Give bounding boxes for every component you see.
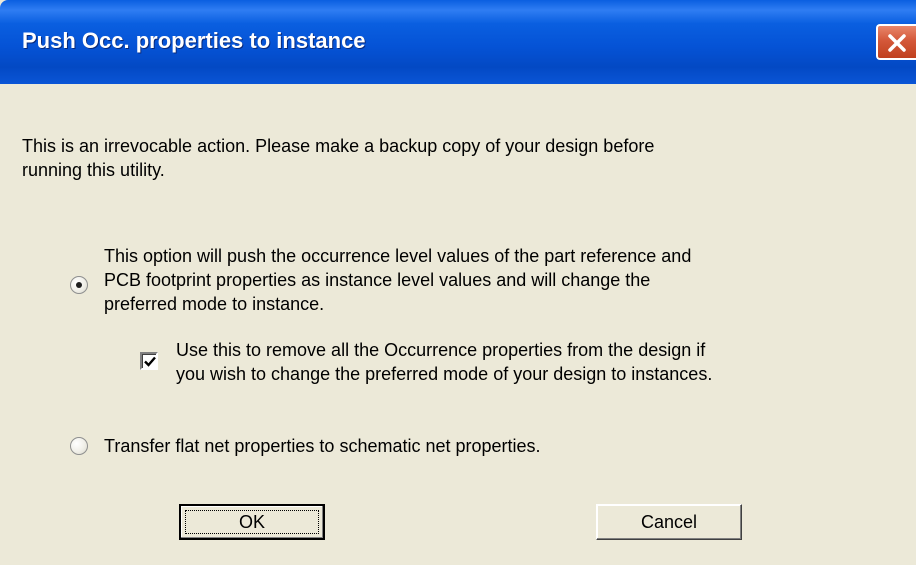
checkmark-icon <box>144 356 156 367</box>
dialog-content: This is an irrevocable action. Please ma… <box>0 84 916 565</box>
transfer-option-label[interactable]: Transfer flat net properties to schemati… <box>104 434 541 458</box>
close-icon <box>888 34 906 52</box>
remove-occurrence-checkbox[interactable] <box>140 352 158 370</box>
warning-message: This is an irrevocable action. Please ma… <box>22 134 654 182</box>
ok-button[interactable]: OK <box>179 504 325 540</box>
title-bar[interactable]: Push Occ. properties to instance <box>0 0 916 84</box>
remove-occurrence-line-2: you wish to change the preferred mode of… <box>176 364 713 384</box>
warning-line-2: running this utility. <box>22 160 165 180</box>
remove-occurrence-line-1: Use this to remove all the Occurrence pr… <box>176 340 706 360</box>
cancel-button[interactable]: Cancel <box>596 504 742 540</box>
warning-line-1: This is an irrevocable action. Please ma… <box>22 136 655 156</box>
transfer-option-radio[interactable] <box>70 437 88 455</box>
remove-occurrence-label[interactable]: Use this to remove all the Occurrence pr… <box>176 338 712 386</box>
focus-rectangle <box>185 510 319 534</box>
window-title: Push Occ. properties to instance <box>22 28 366 53</box>
push-option-line-2: PCB footprint properties as instance lev… <box>104 270 651 290</box>
dialog-window: Push Occ. properties to instance This is… <box>0 0 916 565</box>
close-button[interactable] <box>876 24 916 60</box>
push-option-label[interactable]: This option will push the occurrence lev… <box>104 244 691 316</box>
cancel-button-label: Cancel <box>640 511 698 532</box>
push-option-line-3: preferred mode to instance. <box>104 294 325 314</box>
radio-selected-dot <box>76 282 82 288</box>
push-option-radio[interactable] <box>70 276 88 294</box>
push-option-line-1: This option will push the occurrence lev… <box>104 246 692 266</box>
